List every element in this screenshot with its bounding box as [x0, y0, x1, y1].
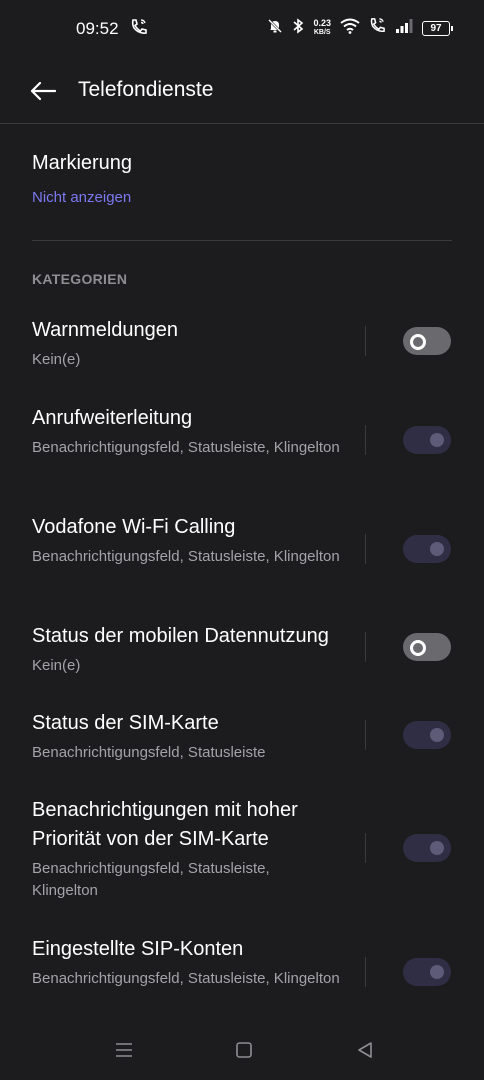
toggle-switch[interactable]	[403, 327, 451, 355]
section-header: KATEGORIEN	[32, 271, 128, 287]
category-title: Vodafone Wi-Fi Calling	[32, 516, 236, 538]
category-title: Eingestellte SIP-Konten	[32, 938, 244, 960]
header-divider	[0, 123, 484, 124]
wifi-call-status-icon	[369, 17, 386, 39]
row-divider	[365, 326, 366, 356]
category-row-wifi-calling[interactable]: Vodafone Wi-Fi Calling Benachrichtigungs…	[0, 513, 484, 593]
category-row-sim-priority[interactable]: Benachrichtigungen mit hoher Priorität v…	[0, 796, 484, 906]
row-divider	[365, 425, 366, 455]
wifi-icon	[340, 18, 360, 39]
category-subtitle: Benachrichtigungsfeld, Statusleiste, Kli…	[32, 860, 270, 899]
square-icon	[236, 1042, 252, 1058]
marking-setting[interactable]: Markierung Nicht anzeigen	[32, 152, 452, 206]
category-subtitle: Benachrichtigungsfeld, Statusleiste, Kli…	[32, 439, 340, 456]
category-row-warnmeldungen[interactable]: Warnmeldungen Kein(e)	[0, 316, 484, 376]
app-bar: Telefondienste	[0, 60, 484, 122]
toggle-switch[interactable]	[403, 633, 451, 661]
mute-icon	[267, 18, 283, 39]
triangle-back-icon	[358, 1042, 372, 1058]
toggle-switch[interactable]	[403, 834, 451, 862]
category-subtitle: Benachrichtigungsfeld, Statusleiste, Kli…	[32, 970, 340, 987]
toggle-switch[interactable]	[403, 535, 451, 563]
category-title: Status der mobilen Datennutzung	[32, 625, 329, 647]
category-row-datennutzung[interactable]: Status der mobilen Datennutzung Kein(e)	[0, 622, 484, 682]
category-row-sim-status[interactable]: Status der SIM-Karte Benachrichtigungsfe…	[0, 709, 484, 769]
toggle-switch[interactable]	[403, 721, 451, 749]
wifi-call-icon	[130, 18, 148, 41]
toggle-switch[interactable]	[403, 958, 451, 986]
arrow-left-icon	[30, 81, 56, 101]
category-subtitle: Kein(e)	[32, 657, 81, 674]
signal-icon	[395, 18, 413, 38]
page-title: Telefondienste	[78, 78, 214, 101]
menu-button[interactable]	[112, 1038, 136, 1062]
data-speed: 0.23 KB/S	[313, 18, 331, 37]
category-subtitle: Benachrichtigungsfeld, Statusleiste, Kli…	[32, 548, 340, 565]
back-nav-button[interactable]	[353, 1038, 377, 1062]
category-title: Warnmeldungen	[32, 319, 179, 341]
menu-icon	[116, 1043, 132, 1057]
system-nav-bar	[0, 1020, 484, 1080]
row-divider	[365, 632, 366, 662]
row-divider	[365, 534, 366, 564]
section-divider	[32, 240, 452, 241]
status-bar: 09:52 0.23 KB/S 97	[0, 0, 484, 56]
category-title: Anrufweiterleitung	[32, 407, 193, 429]
back-button[interactable]	[28, 76, 58, 106]
row-divider	[365, 720, 366, 750]
row-divider	[365, 833, 366, 863]
marking-value: Nicht anzeigen	[32, 189, 132, 206]
category-row-anrufweiterleitung[interactable]: Anrufweiterleitung Benachrichtigungsfeld…	[0, 404, 484, 484]
home-button[interactable]	[232, 1038, 256, 1062]
toggle-switch[interactable]	[403, 426, 451, 454]
bluetooth-icon	[292, 17, 304, 39]
category-title: Status der SIM-Karte	[32, 712, 219, 734]
category-subtitle: Kein(e)	[32, 351, 81, 368]
status-time: 09:52	[76, 19, 119, 38]
battery-indicator: 97	[422, 20, 453, 36]
marking-label: Markierung	[32, 152, 133, 174]
category-subtitle: Benachrichtigungsfeld, Statusleiste	[32, 744, 266, 761]
category-row-sip-konten[interactable]: Eingestellte SIP-Konten Benachrichtigung…	[0, 935, 484, 1015]
category-title: Benachrichtigungen mit hoher Priorität v…	[32, 799, 298, 850]
row-divider	[365, 957, 366, 987]
